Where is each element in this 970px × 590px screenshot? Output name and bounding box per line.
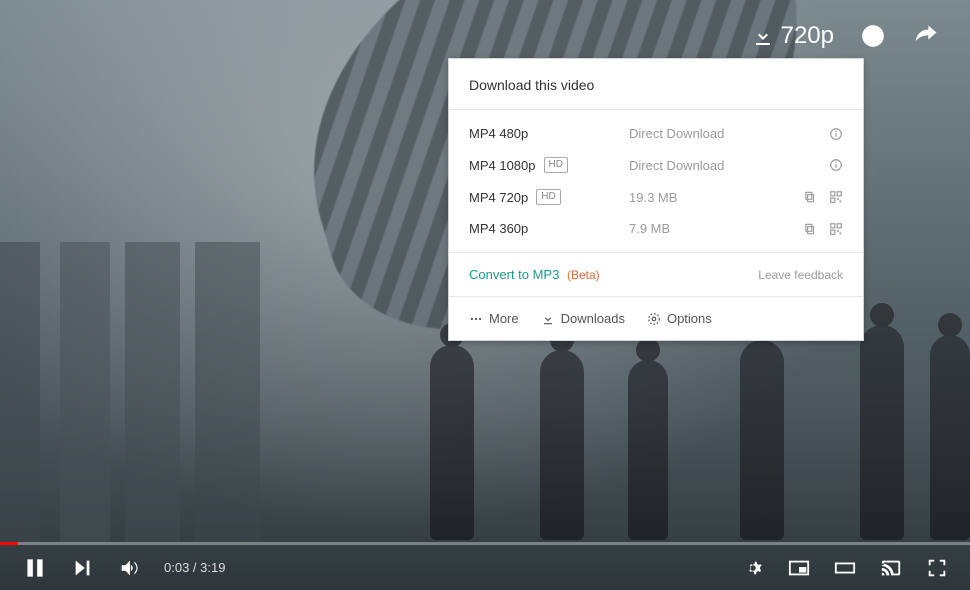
watch-later-button[interactable] — [860, 23, 886, 49]
qr-icon[interactable] — [829, 190, 843, 204]
time-display: 0:03 / 3:19 — [164, 560, 225, 575]
format-label: MP4 480p — [469, 126, 528, 141]
convert-mp3-link[interactable]: Convert to MP3 — [469, 267, 559, 282]
volume-icon — [118, 557, 140, 579]
hd-badge: HD — [544, 157, 568, 173]
download-icon — [541, 312, 555, 326]
fullscreen-icon — [926, 557, 948, 579]
background-graphic — [930, 335, 970, 540]
dots-icon — [469, 312, 483, 326]
next-icon — [72, 557, 94, 579]
pause-button[interactable] — [22, 555, 48, 581]
background-graphic — [430, 345, 474, 540]
copy-icon[interactable] — [803, 222, 817, 236]
feedback-link[interactable]: Leave feedback — [758, 268, 843, 282]
format-list: MP4 480p Direct Download MP4 1080p HD Di… — [449, 110, 863, 252]
size-label: 7.9 MB — [629, 221, 803, 236]
next-button[interactable] — [72, 557, 94, 579]
panel-footer: More Downloads Options — [449, 296, 863, 340]
more-button[interactable]: More — [469, 311, 519, 326]
info-icon[interactable] — [829, 158, 843, 172]
miniplayer-icon — [788, 557, 810, 579]
quality-label: 720p — [781, 22, 834, 50]
pause-icon — [22, 555, 48, 581]
copy-icon[interactable] — [803, 190, 817, 204]
background-graphic — [540, 350, 584, 540]
clock-icon — [860, 23, 886, 49]
format-label: MP4 720p — [469, 190, 528, 205]
cast-icon — [880, 557, 902, 579]
background-graphic — [860, 325, 904, 540]
format-row[interactable]: MP4 1080p HD Direct Download — [449, 149, 863, 181]
background-graphic — [0, 242, 300, 542]
download-quality-button[interactable]: 720p — [751, 22, 834, 50]
video-player: 720p Download this video MP4 480p Direct… — [0, 0, 970, 590]
format-label: MP4 360p — [469, 221, 528, 236]
size-label: Direct Download — [629, 126, 829, 141]
hd-badge: HD — [536, 189, 560, 205]
format-row[interactable]: MP4 360p 7.9 MB — [449, 213, 863, 244]
share-icon — [912, 22, 940, 50]
share-button[interactable] — [912, 22, 940, 50]
download-panel: Download this video MP4 480p Direct Down… — [448, 58, 864, 341]
info-icon[interactable] — [829, 127, 843, 141]
top-overlay: 720p — [751, 22, 940, 50]
downloads-button[interactable]: Downloads — [541, 311, 625, 326]
more-label: More — [489, 311, 519, 326]
download-icon — [751, 24, 775, 48]
theater-button[interactable] — [834, 557, 856, 579]
fullscreen-button[interactable] — [926, 557, 948, 579]
controls-bar: 0:03 / 3:19 — [0, 545, 970, 590]
format-label: MP4 1080p — [469, 158, 536, 173]
gear-icon — [742, 557, 764, 579]
beta-label: (Beta) — [567, 268, 600, 282]
format-row[interactable]: MP4 720p HD 19.3 MB — [449, 181, 863, 213]
convert-row: Convert to MP3 (Beta) Leave feedback — [449, 252, 863, 296]
panel-title: Download this video — [449, 59, 863, 110]
format-row[interactable]: MP4 480p Direct Download — [449, 118, 863, 149]
background-graphic — [628, 360, 668, 540]
theater-icon — [834, 557, 856, 579]
background-graphic — [740, 340, 784, 540]
gear-icon — [647, 312, 661, 326]
size-label: Direct Download — [629, 158, 829, 173]
options-label: Options — [667, 311, 712, 326]
miniplayer-button[interactable] — [788, 557, 810, 579]
volume-button[interactable] — [118, 557, 140, 579]
downloads-label: Downloads — [561, 311, 625, 326]
size-label: 19.3 MB — [629, 190, 803, 205]
settings-button[interactable] — [742, 557, 764, 579]
options-button[interactable]: Options — [647, 311, 712, 326]
qr-icon[interactable] — [829, 222, 843, 236]
cast-button[interactable] — [880, 557, 902, 579]
